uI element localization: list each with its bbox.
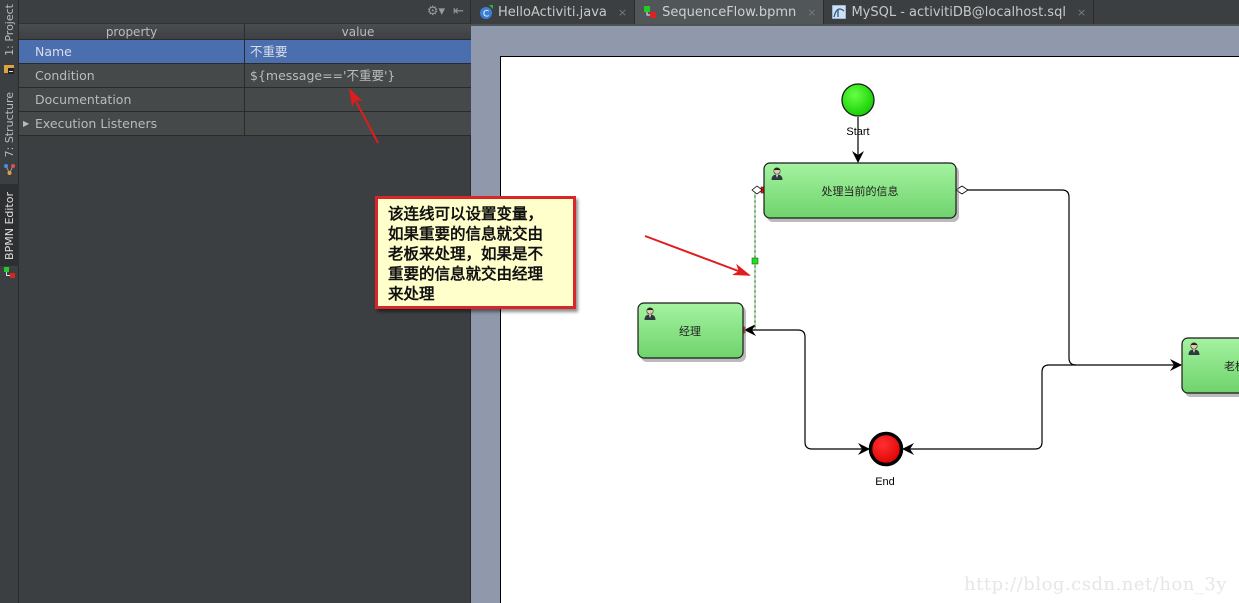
flow-manager-to-end [745,329,870,455]
task-label: 老板 [1224,359,1239,373]
flow-boss-to-end [902,364,1076,455]
ide-window: 1: Project 7: Structure BPMN Editor ⚙▾ ⇤… [0,0,1239,603]
start-event[interactable]: Start [841,83,875,138]
annotation-line: 该连线可以设置变量， [388,204,544,223]
start-event-label: Start [846,126,869,138]
task-process-info[interactable]: 处理当前的信息 [763,162,959,222]
end-event-label: End [875,476,895,488]
flow-process-to-boss [963,189,1182,371]
annotation-line: 如果重要的信息就交由 [388,224,544,243]
diamond-connector [751,185,763,195]
task-boss[interactable]: 老板 [1181,337,1239,397]
annotation-callout: 该连线可以设置变量， 如果重要的信息就交由 老板来处理，如果是不 重要的信息就交… [375,196,576,309]
task-label: 处理当前的信息 [822,184,899,198]
task-label: 经理 [679,325,701,338]
end-event[interactable]: End [868,431,904,489]
selection-handle [751,257,759,265]
annotation-line: 重要的信息就交由经理 [388,264,544,283]
bpmn-diagram: Start 处理当前的信息 经理 老板 End [637,83,1239,489]
annotation-line: 来处理 [388,284,435,303]
annotation-line: 老板来处理，如果是不 [388,244,544,263]
task-manager[interactable]: 经理 [637,302,746,362]
watermark: http://blog.csdn.net/hon_3y [964,574,1227,595]
